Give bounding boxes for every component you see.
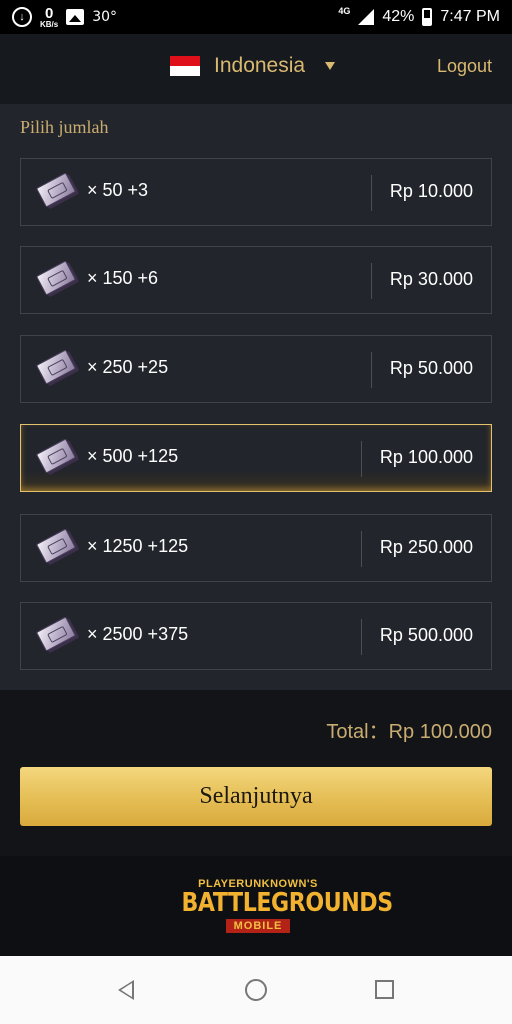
total-price: Total：Rp 100.000 xyxy=(326,721,492,743)
temperature: 30° xyxy=(92,9,118,25)
option-quantity: × 500 +125 xyxy=(87,446,179,466)
option-quantity: × 1250 +125 xyxy=(87,536,189,556)
country-selector[interactable]: Indonesia xyxy=(170,54,336,78)
status-bar: ↓ 0 KB/s 30° 4G 42% 7:47 PM xyxy=(0,0,512,34)
option-250[interactable]: × 250 +25 Rp 50.000 xyxy=(20,335,492,403)
android-nav-bar xyxy=(0,956,512,1024)
recent-apps-icon[interactable] xyxy=(375,980,394,999)
section-title: Pilih jumlah xyxy=(20,117,109,137)
download-icon: ↓ xyxy=(12,7,32,27)
logout-link[interactable]: Logout xyxy=(437,56,492,77)
option-price: Rp 50.000 xyxy=(389,358,473,378)
logo-sub-text: MOBILE xyxy=(225,919,291,933)
divider xyxy=(371,175,372,211)
uc-ticket-icon xyxy=(35,438,77,474)
back-icon[interactable] xyxy=(118,980,134,1000)
option-quantity: × 2500 +375 xyxy=(87,624,189,644)
amount-panel: Pilih jumlah × 50 +3 Rp 10.000 × 150 +6 … xyxy=(0,104,512,690)
option-price: Rp 100.000 xyxy=(379,447,473,467)
option-price: Rp 30.000 xyxy=(389,269,473,289)
divider xyxy=(371,352,372,388)
speed-unit: KB/s xyxy=(40,19,59,29)
option-price: Rp 250.000 xyxy=(379,537,473,557)
divider xyxy=(361,531,362,567)
option-500-selected[interactable]: × 500 +125 Rp 100.000 xyxy=(20,424,492,492)
uc-ticket-icon xyxy=(35,172,77,208)
indonesia-flag-icon xyxy=(170,56,200,76)
option-quantity: × 50 +3 xyxy=(87,180,149,200)
option-quantity: × 250 +25 xyxy=(87,357,169,377)
clock: 7:47 PM xyxy=(440,8,500,25)
speed-value: 0 xyxy=(44,4,54,22)
option-50[interactable]: × 50 +3 Rp 10.000 xyxy=(20,158,492,226)
option-price: Rp 10.000 xyxy=(389,181,473,201)
country-name: Indonesia xyxy=(214,54,306,77)
divider xyxy=(361,619,362,655)
option-quantity: × 150 +6 xyxy=(87,268,159,288)
next-button[interactable]: Selanjutnya xyxy=(20,767,492,826)
battery-percent: 42% xyxy=(382,8,415,25)
option-price: Rp 500.000 xyxy=(379,625,473,645)
divider xyxy=(361,441,362,477)
network-speed: 0 KB/s xyxy=(40,6,58,29)
network-type: 4G xyxy=(338,6,351,16)
signal-icon xyxy=(358,9,375,25)
uc-ticket-icon xyxy=(35,528,77,564)
option-2500[interactable]: × 2500 +375 Rp 500.000 xyxy=(20,602,492,670)
image-icon xyxy=(66,9,85,25)
battery-icon xyxy=(422,8,433,26)
logo-main-text: BATTLEGROUNDS xyxy=(181,888,394,918)
footer: PLAYERUNKNOWN'S BATTLEGROUNDS MOBILE xyxy=(0,856,512,956)
header: Indonesia Logout xyxy=(0,34,512,104)
pubg-mobile-logo: PLAYERUNKNOWN'S BATTLEGROUNDS MOBILE xyxy=(168,878,394,934)
home-icon[interactable] xyxy=(245,979,267,1001)
uc-ticket-icon xyxy=(35,260,77,296)
option-150[interactable]: × 150 +6 Rp 30.000 xyxy=(20,246,492,314)
divider xyxy=(371,263,372,299)
dropdown-caret-icon xyxy=(325,62,336,70)
uc-ticket-icon xyxy=(35,349,77,385)
option-1250[interactable]: × 1250 +125 Rp 250.000 xyxy=(20,514,492,582)
uc-ticket-icon xyxy=(35,616,77,652)
